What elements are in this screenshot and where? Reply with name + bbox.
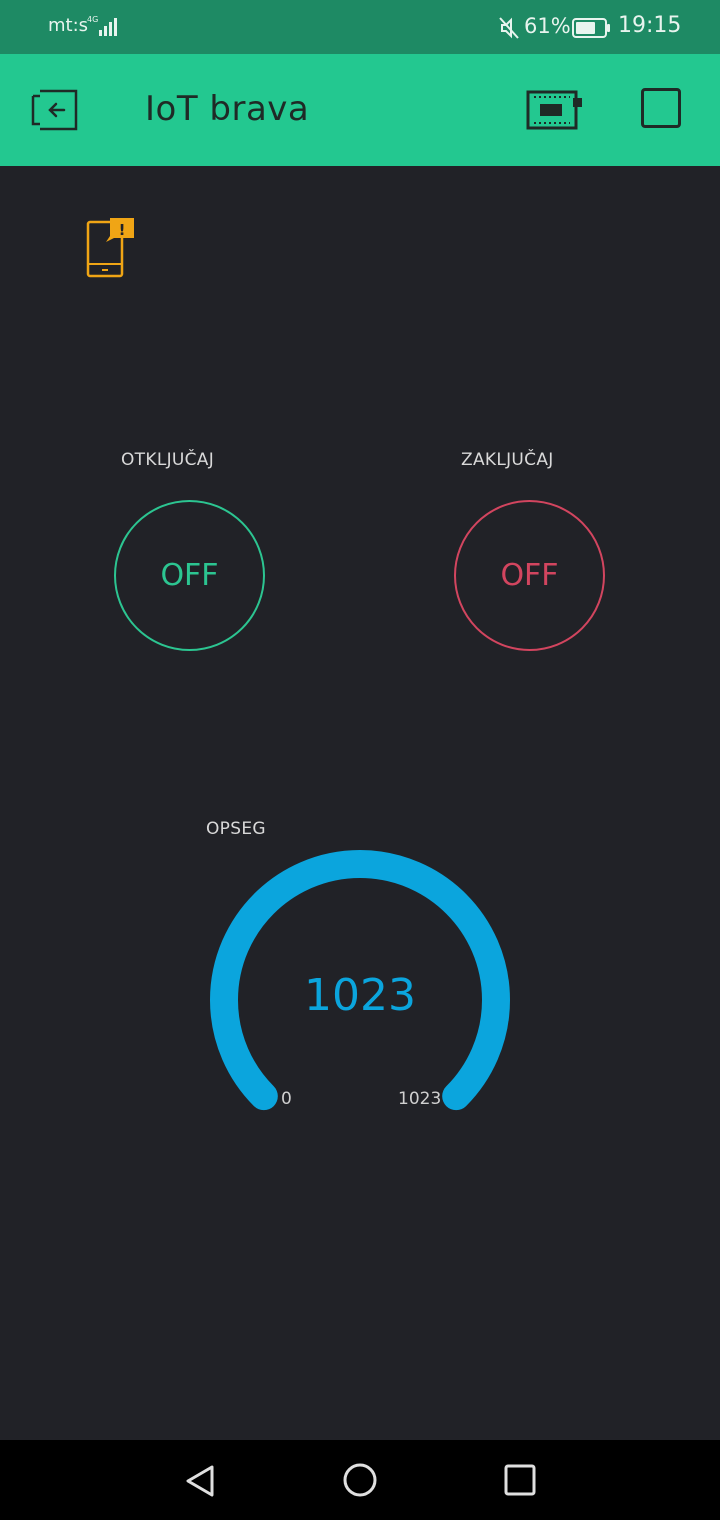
carrier-label: mt:s xyxy=(48,15,89,36)
page-title: IoT brava xyxy=(145,89,310,129)
status-bar: mt:s 4G 61% 19:15 xyxy=(0,0,720,54)
lock-button-state: OFF xyxy=(500,558,559,593)
gauge-label: OPSEG xyxy=(206,819,266,839)
signal-icon xyxy=(99,18,117,36)
battery-icon xyxy=(572,18,610,38)
nav-bar xyxy=(0,1440,720,1520)
device-hardware-icon[interactable] xyxy=(526,90,584,130)
battery-percent: 61% xyxy=(524,14,571,38)
warning-badge: ! xyxy=(119,221,126,239)
gauge-max-label: 1023 xyxy=(398,1089,442,1109)
network-type: 4G xyxy=(87,15,99,24)
mute-icon xyxy=(499,17,519,39)
lock-label: ZAKLJUČAJ xyxy=(461,450,554,470)
home-circle-icon[interactable] xyxy=(342,1462,378,1498)
back-triangle-icon[interactable] xyxy=(184,1464,216,1498)
clock: 19:15 xyxy=(618,13,682,38)
app-bar: IoT brava xyxy=(0,54,720,166)
phone-warning-icon[interactable]: ! xyxy=(84,216,138,280)
recents-square-icon[interactable] xyxy=(504,1464,536,1496)
unlock-button[interactable]: OFF xyxy=(114,500,265,651)
gauge-min-label: 0 xyxy=(281,1089,292,1109)
lock-button[interactable]: OFF xyxy=(454,500,605,651)
unlock-button-state: OFF xyxy=(160,558,219,593)
unlock-label: OTKLJUČAJ xyxy=(121,450,215,470)
back-exit-icon[interactable] xyxy=(30,87,82,133)
stop-square-icon[interactable] xyxy=(641,88,681,128)
gauge-value: 1023 xyxy=(304,970,416,1021)
